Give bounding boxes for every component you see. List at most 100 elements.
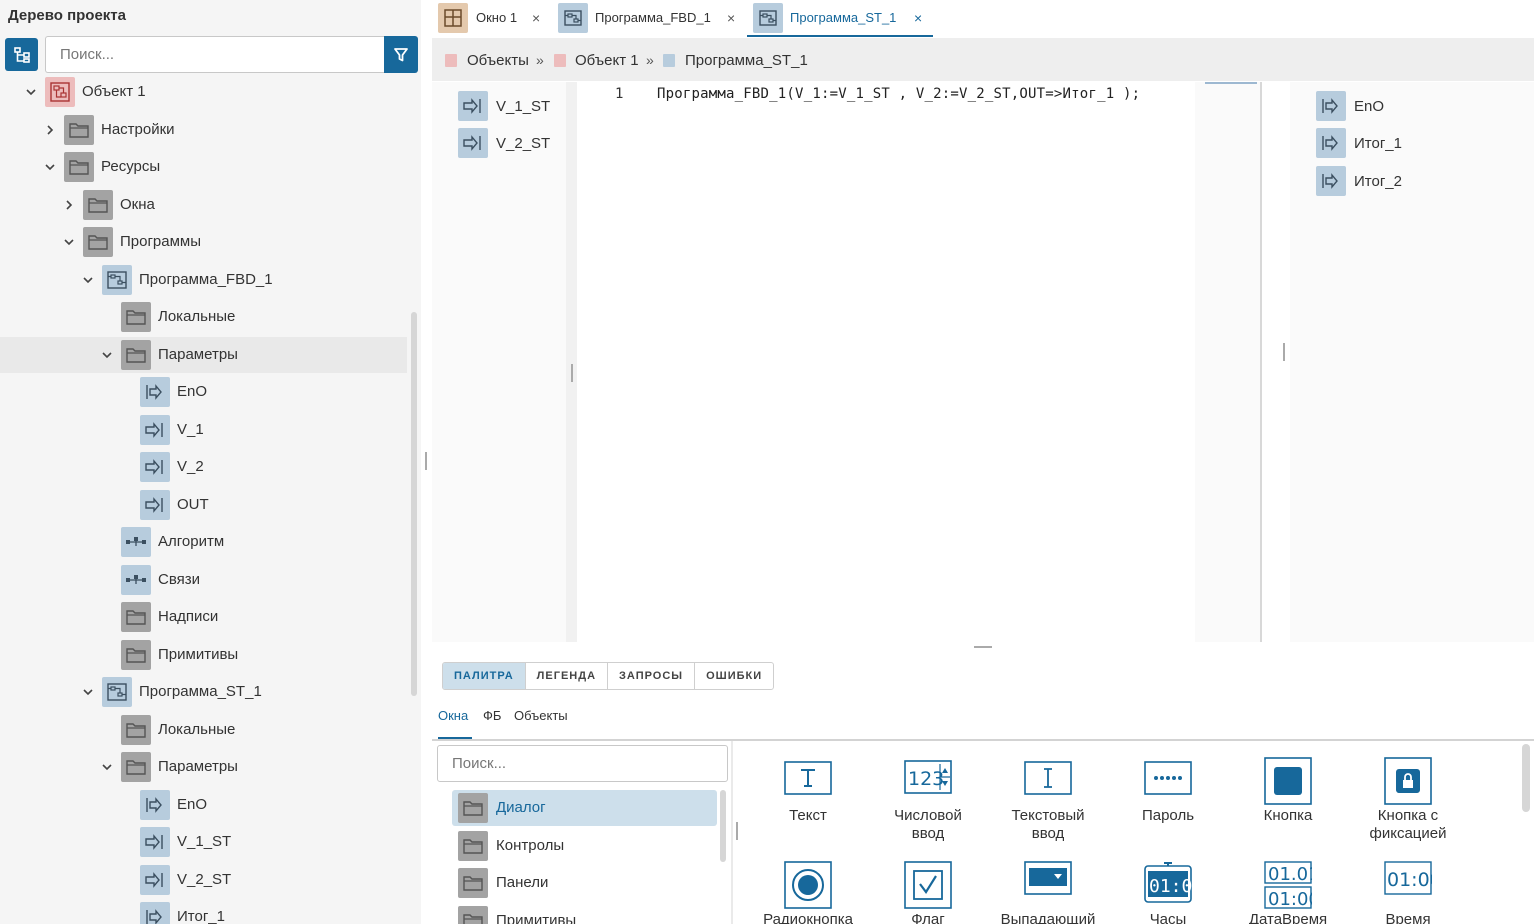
palette-category[interactable]: Контролы bbox=[452, 828, 717, 864]
tree-item[interactable]: EnO bbox=[0, 787, 407, 823]
chevron-right-icon[interactable] bbox=[62, 198, 76, 212]
breadcrumb-item-object-1[interactable]: Объект 1 bbox=[575, 52, 639, 69]
palette-item-label: Время bbox=[1385, 911, 1431, 924]
sub-tab-fb[interactable]: ФБ bbox=[483, 708, 501, 723]
tab-label: Программа_ST_1 bbox=[790, 10, 897, 25]
tree-item-label: Окна bbox=[120, 195, 155, 213]
tree-item[interactable]: Параметры bbox=[0, 336, 407, 373]
close-icon[interactable]: × bbox=[532, 10, 540, 26]
time-icon: 01:00 bbox=[1384, 861, 1432, 895]
output-param-icon bbox=[1316, 166, 1346, 196]
breadcrumb-separator: » bbox=[536, 52, 544, 68]
tab-queries[interactable]: ЗАПРОСЫ bbox=[608, 663, 696, 689]
tree-item[interactable]: Примитивы bbox=[0, 637, 407, 673]
folder-icon bbox=[121, 752, 151, 782]
palette-category[interactable]: Примитивы bbox=[452, 903, 717, 924]
folder-icon bbox=[121, 302, 151, 332]
chevron-down-icon[interactable] bbox=[100, 348, 114, 362]
folder-icon bbox=[64, 114, 94, 145]
palette-category[interactable]: Диалог bbox=[452, 790, 717, 826]
code-line[interactable]: Программа_FBD_1(V_1:=V_1_ST , V_2:=V_2_S… bbox=[657, 86, 1140, 102]
tree-item[interactable]: Параметры bbox=[0, 749, 407, 785]
tree-item[interactable]: Окна bbox=[0, 187, 407, 223]
palette-item-label: Текстовый ввод bbox=[1011, 807, 1085, 842]
tab-errors[interactable]: ОШИБКИ bbox=[695, 663, 773, 689]
category-scrollbar[interactable] bbox=[720, 790, 726, 862]
tree-item[interactable]: Связи bbox=[0, 562, 407, 598]
palette-category[interactable]: Панели bbox=[452, 865, 717, 901]
breadcrumb-item-objects[interactable]: Объекты bbox=[467, 52, 529, 69]
tree-item[interactable]: Локальные bbox=[0, 712, 407, 748]
close-icon[interactable]: × bbox=[727, 10, 735, 26]
tree-item-label: Программа_ST_1 bbox=[139, 683, 262, 700]
outputs-splitter[interactable] bbox=[1264, 82, 1290, 642]
folder-icon bbox=[121, 339, 151, 370]
tree-item[interactable]: V_1_ST bbox=[0, 824, 407, 860]
tree-item[interactable]: EnO bbox=[0, 374, 407, 410]
sub-tab-objects[interactable]: Объекты bbox=[514, 708, 568, 723]
tree-item[interactable]: Настройки bbox=[0, 112, 407, 148]
tree-item[interactable]: Локальные bbox=[0, 299, 407, 335]
tree-scrollbar[interactable] bbox=[411, 312, 417, 696]
tree-item[interactable]: OUT bbox=[0, 487, 407, 523]
chevron-down-icon[interactable] bbox=[62, 235, 76, 249]
text-tool-icon bbox=[784, 761, 832, 795]
tree-item[interactable]: Надписи bbox=[0, 599, 407, 635]
object-icon bbox=[45, 77, 75, 107]
input-param-icon bbox=[458, 128, 488, 158]
tab-legend[interactable]: ЛЕГЕНДА bbox=[526, 663, 609, 689]
active-sub-tab-indicator bbox=[438, 737, 472, 739]
tree-filter-button[interactable] bbox=[384, 36, 418, 73]
close-icon[interactable]: × bbox=[914, 10, 922, 26]
chevron-down-icon[interactable] bbox=[81, 685, 95, 699]
tree-item[interactable]: V_2 bbox=[0, 449, 407, 485]
tab-program-st-1[interactable]: Программа_ST_1 × bbox=[747, 0, 933, 37]
tree-item[interactable]: Итог_1 bbox=[0, 899, 407, 924]
tab-program-fbd-1[interactable]: Программа_FBD_1 × bbox=[552, 0, 747, 37]
checkbox-icon bbox=[904, 861, 952, 909]
tree-item[interactable]: Программа_ST_1 bbox=[0, 674, 407, 710]
breadcrumb-item-program-st-1[interactable]: Программа_ST_1 bbox=[685, 52, 808, 69]
chevron-down-icon[interactable] bbox=[24, 85, 38, 99]
chevron-down-icon[interactable] bbox=[100, 760, 114, 774]
folder-icon bbox=[83, 227, 113, 257]
chevron-down-icon[interactable] bbox=[43, 160, 57, 174]
tab-window-1[interactable]: Окно 1 × bbox=[432, 0, 552, 37]
tab-palette[interactable]: ПАЛИТРА bbox=[443, 663, 526, 689]
tree-item[interactable]: Объект 1 bbox=[0, 74, 407, 110]
code-minimap[interactable] bbox=[1195, 82, 1262, 642]
code-editor[interactable] bbox=[577, 82, 1195, 642]
chevron-right-icon[interactable] bbox=[43, 123, 57, 137]
program-icon bbox=[102, 677, 132, 707]
inputs-splitter[interactable] bbox=[566, 82, 577, 642]
tree-search-input[interactable] bbox=[45, 36, 385, 73]
tree-item-label: Алгоритм bbox=[158, 533, 225, 550]
palette-scrollbar[interactable] bbox=[1522, 744, 1530, 812]
palette-items: Текст 123 Числовой ввод Текстовый ввод П… bbox=[733, 741, 1534, 924]
editor-bottom-resize-handle[interactable] bbox=[974, 646, 992, 648]
tree-item[interactable]: Программы bbox=[0, 224, 407, 260]
palette-resize-handle[interactable] bbox=[736, 822, 738, 840]
button-icon bbox=[1264, 757, 1312, 805]
tree-item[interactable]: Программа_FBD_1 bbox=[0, 262, 407, 298]
left-panel-resize-handle[interactable] bbox=[425, 452, 427, 470]
links-icon bbox=[121, 564, 151, 595]
input-param-icon bbox=[140, 452, 170, 482]
folder-icon bbox=[83, 189, 113, 220]
tree-item[interactable]: Ресурсы bbox=[0, 149, 407, 185]
folder-icon bbox=[458, 905, 488, 924]
tree-view-mode-button[interactable] bbox=[5, 38, 38, 71]
tree-item[interactable]: V_1 bbox=[0, 412, 407, 448]
output-param-icon bbox=[1316, 91, 1346, 121]
radio-button-icon bbox=[784, 861, 832, 909]
sub-tab-windows[interactable]: Окна bbox=[438, 708, 468, 723]
hierarchy-icon bbox=[13, 46, 30, 63]
folder-icon bbox=[458, 793, 488, 823]
chevron-down-icon[interactable] bbox=[81, 273, 95, 287]
palette-search-input[interactable] bbox=[437, 745, 728, 782]
output-param-icon bbox=[140, 902, 170, 924]
palette-item-label: Выпадающий bbox=[1000, 911, 1096, 924]
output-variable-label: Итог_1 bbox=[1354, 135, 1402, 152]
tree-item[interactable]: Алгоритм bbox=[0, 524, 407, 560]
tree-item[interactable]: V_2_ST bbox=[0, 862, 407, 898]
